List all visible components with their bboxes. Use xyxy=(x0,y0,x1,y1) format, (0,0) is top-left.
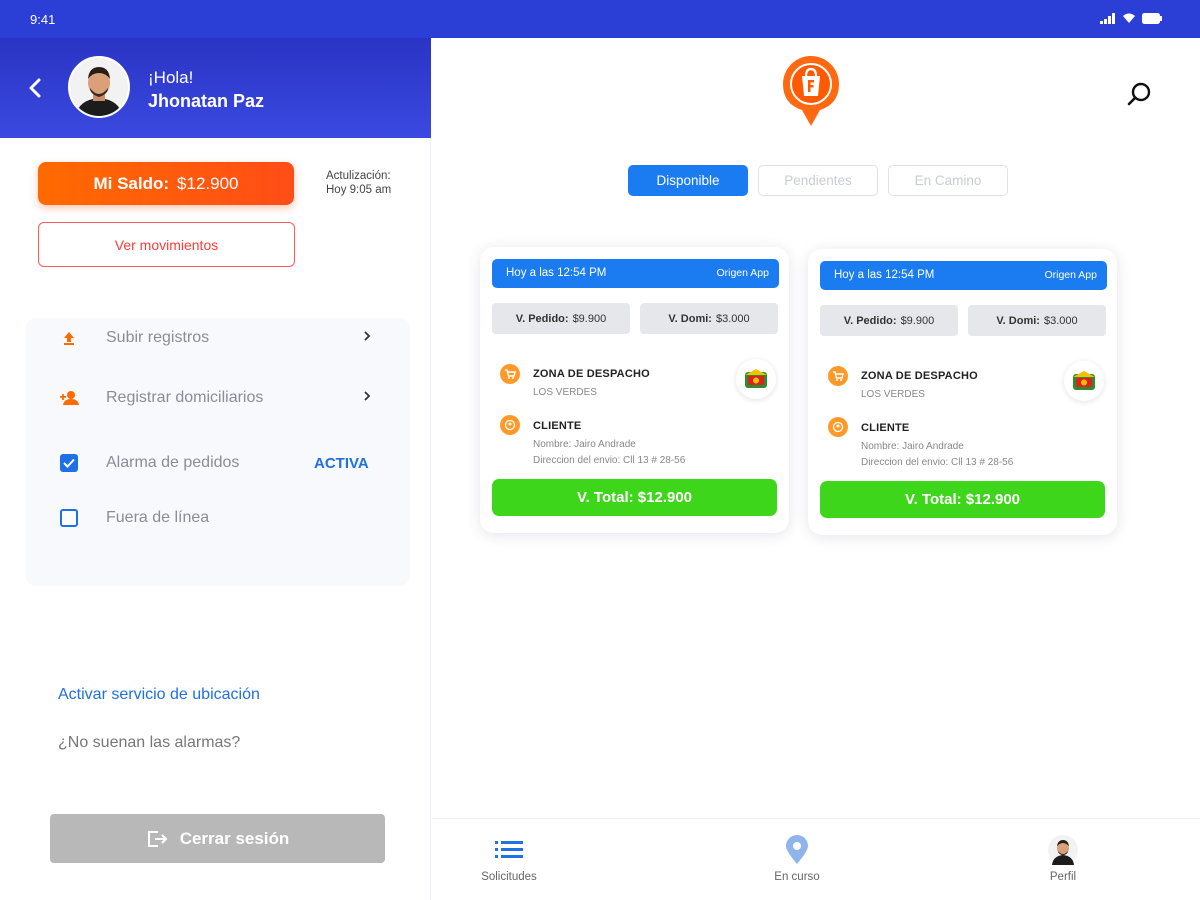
offline-checkbox[interactable] xyxy=(58,507,80,529)
order-value: $9.900 xyxy=(572,312,607,325)
update-label: Actulización: xyxy=(326,170,391,182)
dispatch-zone-title: ZONA DE DESPACHO xyxy=(861,370,978,382)
delivery-value: $3.000 xyxy=(1043,314,1078,327)
store-logo xyxy=(1064,361,1104,401)
search-icon xyxy=(1127,82,1151,106)
nav-item-perfil[interactable]: Perfil xyxy=(988,819,1138,900)
order-value: $9.900 xyxy=(900,314,935,327)
clock: 9:41 xyxy=(30,12,56,27)
update-note: Actulización: Hoy 9:05 am xyxy=(326,169,391,197)
options-menu: Subir registros Registrar domiciliarios … xyxy=(26,318,410,586)
tab-pendientes[interactable]: Pendientes xyxy=(758,165,878,196)
delivery-value: $3.000 xyxy=(715,312,750,325)
profile-header: ¡Hola! Jhonatan Paz xyxy=(0,38,431,138)
list-icon xyxy=(495,833,523,867)
order-origin: Origen App xyxy=(716,267,769,279)
order-time: Hoy a las 12:54 PM xyxy=(834,269,935,281)
tab-en-camino[interactable]: En Camino xyxy=(888,165,1008,196)
battery-icon xyxy=(1142,13,1162,24)
logout-button[interactable]: Cerrar sesión xyxy=(50,814,385,863)
signal-icon xyxy=(1100,13,1115,24)
balance-label: Mi Saldo: xyxy=(93,173,170,193)
logout-icon xyxy=(147,830,168,847)
order-card[interactable]: Hoy a las 12:54 PM Origen App V. Pedido:… xyxy=(480,247,789,533)
store-logo xyxy=(736,359,776,399)
client-name: Nombre: Jairo Andrade xyxy=(533,439,636,450)
menu-item-label: Alarma de pedidos xyxy=(106,454,240,471)
dispatch-zone-icon xyxy=(828,366,848,386)
dispatch-zone-name: LOS VERDES xyxy=(533,387,597,398)
alarm-status: ACTIVA xyxy=(314,454,369,472)
alarm-checkbox[interactable] xyxy=(58,452,80,474)
order-header: Hoy a las 12:54 PM Origen App xyxy=(820,261,1107,290)
wifi-icon xyxy=(1123,13,1135,23)
dispatch-zone-icon xyxy=(500,364,520,384)
app-logo xyxy=(780,54,842,128)
client-icon xyxy=(500,415,520,435)
user-name: Jhonatan Paz xyxy=(148,91,265,111)
nav-label: En curso xyxy=(774,871,820,883)
avatar xyxy=(1048,833,1078,867)
alarms-help-link[interactable]: ¿No suenan las alarmas? xyxy=(58,734,240,752)
menu-item-label: Registrar domiciliarios xyxy=(106,389,264,406)
view-movements-button[interactable]: Ver movimientos xyxy=(38,222,295,267)
delivery-value-pill: V. Domi: $3.000 xyxy=(968,305,1106,336)
greeting: ¡Hola! xyxy=(148,68,194,87)
balance-button[interactable]: Mi Saldo: $12.900 xyxy=(38,162,294,205)
client-title: CLIENTE xyxy=(533,420,582,432)
checkbox-checked-icon xyxy=(60,454,78,472)
checkbox-unchecked-icon xyxy=(60,509,78,527)
main-content: Disponible Pendientes En Camino Hoy a la… xyxy=(432,38,1200,818)
order-card[interactable]: Hoy a las 12:54 PM Origen App V. Pedido:… xyxy=(808,249,1117,535)
avatar xyxy=(68,56,130,118)
order-value-pill: V. Pedido: $9.900 xyxy=(820,305,958,336)
sidebar: ¡Hola! Jhonatan Paz Mi Saldo: $12.900 Ac… xyxy=(0,38,431,900)
menu-item-label: Fuera de línea xyxy=(106,509,210,526)
delivery-value-pill: V. Domi: $3.000 xyxy=(640,303,778,334)
client-name: Nombre: Jairo Andrade xyxy=(861,441,964,452)
order-value-pill: V. Pedido: $9.900 xyxy=(492,303,630,334)
nav-label: Solicitudes xyxy=(481,871,537,883)
nav-item-solicitudes[interactable]: Solicitudes xyxy=(434,819,584,900)
order-total-button[interactable]: V. Total: $12.900 xyxy=(492,479,777,516)
chevron-right-icon xyxy=(362,389,372,407)
add-user-icon xyxy=(58,387,80,409)
activate-location-link[interactable]: Activar servicio de ubicación xyxy=(58,686,260,704)
status-bar: 9:41 xyxy=(0,0,1200,38)
order-value-label: V. Pedido: xyxy=(515,312,569,325)
order-tabs: Disponible Pendientes En Camino xyxy=(628,165,1008,196)
chevron-right-icon xyxy=(362,329,372,347)
back-button[interactable] xyxy=(22,74,50,102)
tab-disponible[interactable]: Disponible xyxy=(628,165,748,196)
delivery-value-label: V. Domi: xyxy=(996,314,1040,327)
client-title: CLIENTE xyxy=(861,422,910,434)
client-address: Direccion del envio: Cll 13 # 28-56 xyxy=(861,457,1014,468)
menu-item-alarm: Alarma de pedidos ACTIVA xyxy=(26,443,410,483)
order-origin: Origen App xyxy=(1044,269,1097,281)
upload-icon xyxy=(58,327,80,349)
menu-item-offline: Fuera de línea xyxy=(26,498,410,538)
system-icons xyxy=(1100,13,1162,24)
location-pin-icon xyxy=(785,833,809,867)
update-time: Hoy 9:05 am xyxy=(326,184,392,196)
menu-item-label: Subir registros xyxy=(106,329,210,346)
logout-label: Cerrar sesión xyxy=(179,828,290,848)
order-total-button[interactable]: V. Total: $12.900 xyxy=(820,481,1105,518)
dispatch-zone-name: LOS VERDES xyxy=(861,389,925,400)
nav-item-en-curso[interactable]: En curso xyxy=(722,819,872,900)
order-time: Hoy a las 12:54 PM xyxy=(506,267,607,279)
delivery-value-label: V. Domi: xyxy=(668,312,712,325)
dispatch-zone-title: ZONA DE DESPACHO xyxy=(533,368,650,380)
client-address: Direccion del envio: Cll 13 # 28-56 xyxy=(533,455,686,466)
balance-amount: $12.900 xyxy=(177,173,239,193)
search-button[interactable] xyxy=(1126,80,1154,108)
order-value-label: V. Pedido: xyxy=(843,314,897,327)
menu-item-upload[interactable]: Subir registros xyxy=(26,318,410,358)
client-icon xyxy=(828,417,848,437)
menu-item-register[interactable]: Registrar domiciliarios xyxy=(26,378,410,418)
order-header: Hoy a las 12:54 PM Origen App xyxy=(492,259,779,288)
bottom-navigation: Solicitudes En curso Perfil xyxy=(432,818,1200,900)
chevron-left-icon xyxy=(29,78,41,98)
nav-label: Perfil xyxy=(1049,871,1077,883)
